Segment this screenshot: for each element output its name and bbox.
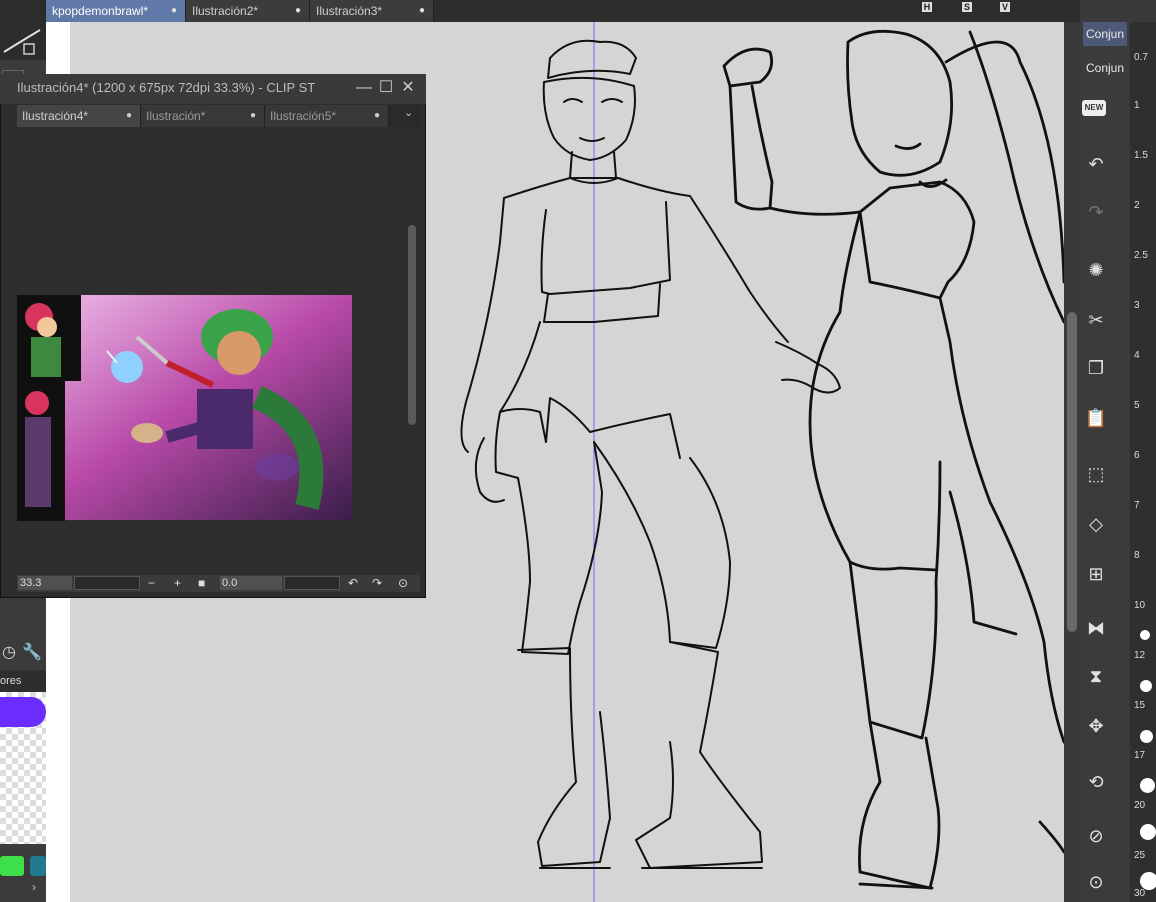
wrench-icon[interactable]: 🔧 xyxy=(22,642,42,662)
brush-size-item[interactable]: 15 xyxy=(1134,700,1156,711)
scrollbar-thumb[interactable] xyxy=(1067,312,1077,632)
rotation-input[interactable]: 0.0 xyxy=(220,576,282,590)
tab-kpopdemonbrawl[interactable]: kpopdemonbrawl* ● xyxy=(46,0,186,22)
paste-icon[interactable]: 📋 xyxy=(1082,404,1110,432)
brush-size-item[interactable]: 7 xyxy=(1134,500,1156,511)
teal-color-swatch[interactable] xyxy=(30,856,46,876)
brush-size-item[interactable]: 3 xyxy=(1134,300,1156,311)
new-badge-icon[interactable]: NEW xyxy=(1082,100,1106,116)
cut-icon[interactable]: ✂ xyxy=(1082,306,1110,334)
left-panel-tools: ◷ 🔧 xyxy=(0,640,46,666)
brush-size-item[interactable]: 0.7 xyxy=(1134,52,1156,63)
reset-view-icon[interactable]: ⊙ xyxy=(1082,868,1110,896)
zoom-slider[interactable] xyxy=(74,576,140,590)
tab-label: Ilustración5* xyxy=(270,109,337,123)
redo-icon[interactable]: ↷ xyxy=(1082,198,1110,226)
fit-view-icon[interactable]: ■ xyxy=(198,575,205,591)
tab-menu-chevron-icon[interactable]: ⌄ xyxy=(404,106,413,119)
brush-size-item[interactable]: 4 xyxy=(1134,350,1156,361)
brush-size-dot xyxy=(1140,778,1155,793)
maximize-icon[interactable]: ☐ xyxy=(376,78,396,98)
scrollbar-thumb[interactable] xyxy=(408,225,416,425)
rotate-left-icon[interactable]: ↶ xyxy=(348,575,358,591)
mesh-transform-icon[interactable]: ⊞ xyxy=(1082,560,1110,588)
brush-size-item[interactable]: 10 xyxy=(1134,600,1156,611)
color-preview-purple xyxy=(0,697,46,727)
zoom-out-icon[interactable]: − xyxy=(148,575,155,591)
brush-size-dot xyxy=(1140,730,1153,743)
brush-size-item[interactable]: 1 xyxy=(1134,100,1156,111)
undo-icon[interactable]: ↶ xyxy=(1082,150,1110,178)
brush-size-item[interactable]: 8 xyxy=(1134,550,1156,561)
green-color-swatch[interactable] xyxy=(0,856,24,876)
brush-size-item[interactable]: 12 xyxy=(1134,650,1156,661)
chevron-right-icon[interactable]: › xyxy=(32,880,36,894)
brush-size-dot xyxy=(1140,824,1156,840)
copy-icon[interactable]: ❐ xyxy=(1082,354,1110,382)
close-dot-icon[interactable]: ● xyxy=(126,105,132,127)
free-transform-icon[interactable]: ◇ xyxy=(1082,510,1110,538)
brush-size-item[interactable]: 5 xyxy=(1134,400,1156,411)
flip-vertical-icon[interactable]: ⧗ xyxy=(1082,662,1110,690)
brush-size-item[interactable]: 6 xyxy=(1134,450,1156,461)
brush-size-item[interactable]: 17 xyxy=(1134,750,1156,761)
zoom-input[interactable]: 33.3 xyxy=(18,576,72,590)
rotate-right-icon[interactable]: ↷ xyxy=(372,575,382,591)
tab-label: kpopdemonbrawl* xyxy=(52,4,149,18)
set-button-2[interactable]: Conjun xyxy=(1083,56,1127,80)
close-dot-icon[interactable]: ● xyxy=(374,105,380,127)
close-dot-icon[interactable]: ● xyxy=(250,105,256,127)
color-panel-tab[interactable]: ores xyxy=(0,670,46,692)
tab-ilustracion[interactable]: Ilustración* ● xyxy=(141,105,265,127)
window-title: Ilustración4* (1200 x 675px 72dpi 33.3%)… xyxy=(17,80,316,95)
brush-size-item[interactable]: 2.5 xyxy=(1134,250,1156,261)
close-dot-icon[interactable]: ● xyxy=(295,0,301,22)
brush-size-item[interactable]: 2 xyxy=(1134,200,1156,211)
tab-ilustracion5[interactable]: Ilustración5* ● xyxy=(265,105,389,127)
tab-label: Ilustración2* xyxy=(192,4,259,18)
rotate-view-icon[interactable]: ⟲ xyxy=(1082,768,1110,796)
brush-size-item[interactable]: 25 xyxy=(1134,850,1156,861)
close-icon[interactable]: ✕ xyxy=(398,78,418,98)
transform-icon[interactable]: ⬚ xyxy=(1082,460,1110,488)
close-dot-icon[interactable]: ● xyxy=(171,0,177,22)
saturation-toggle[interactable]: S xyxy=(962,2,972,12)
brush-size-item[interactable]: 20 xyxy=(1134,800,1156,811)
loading-icon[interactable]: ✺ xyxy=(1082,256,1110,284)
brush-size-item[interactable]: 30 xyxy=(1134,888,1156,899)
tab-ilustracion2[interactable]: Ilustración2* ● xyxy=(186,0,310,22)
navigator-icon[interactable]: ⊘ xyxy=(1082,822,1110,850)
tab-label: Ilustración4* xyxy=(22,109,89,123)
set-button-1[interactable]: Conjun xyxy=(1083,22,1127,46)
tab-ilustracion3[interactable]: Ilustración3* ● xyxy=(310,0,434,22)
minimize-icon[interactable]: — xyxy=(354,78,374,98)
window-vertical-scrollbar[interactable] xyxy=(403,127,420,575)
rotation-slider[interactable] xyxy=(284,576,340,590)
brush-preview[interactable] xyxy=(0,0,46,60)
zoom-in-icon[interactable]: + xyxy=(174,575,181,591)
move-icon[interactable]: ✥ xyxy=(1082,712,1110,740)
brush-size-dot xyxy=(1140,872,1156,890)
hue-toggle[interactable]: H xyxy=(922,2,932,12)
value-toggle[interactable]: V xyxy=(1000,2,1010,12)
close-dot-icon[interactable]: ● xyxy=(419,0,425,22)
tab-label: Ilustración3* xyxy=(316,4,383,18)
flip-horizontal-icon[interactable]: ⧓ xyxy=(1082,614,1110,642)
brush-size-dot xyxy=(1140,680,1152,692)
hsv-header: H S V xyxy=(918,2,1038,14)
clock-icon[interactable]: ◷ xyxy=(2,642,16,662)
window-canvas[interactable] xyxy=(17,127,403,575)
canvas-vertical-scrollbar[interactable] xyxy=(1064,22,1080,902)
tab-ilustracion4[interactable]: Ilustración4* ● xyxy=(17,105,141,127)
reset-rotation-icon[interactable]: ⊙ xyxy=(398,575,408,591)
brush-size-item[interactable]: 1.5 xyxy=(1134,150,1156,161)
tab-label: Ilustración* xyxy=(146,109,206,123)
brush-size-dot xyxy=(1140,630,1150,640)
